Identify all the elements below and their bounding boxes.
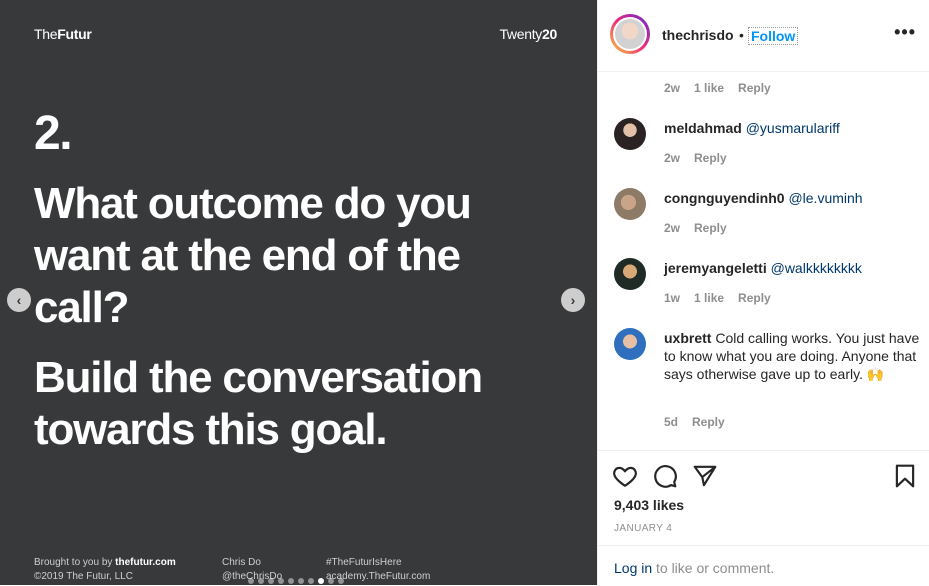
comment-username[interactable]: meldahmad [664, 120, 742, 136]
comment-time: 5d [664, 415, 679, 429]
chevron-left-icon[interactable]: ‹ [7, 288, 31, 312]
comment-meta: 2w Reply [664, 221, 741, 235]
slide-answer: Build the conversation towards this goal… [34, 353, 483, 454]
footer-credit: Brought to you by thefutur.com ©2019 The… [34, 557, 176, 582]
post-actions: 9,403 likes JANUARY 4 Log in to like or … [598, 450, 929, 586]
comment-text: meldahmad @yusmarulariff [664, 119, 920, 137]
login-prompt-text: to like or comment. [656, 560, 775, 576]
avatar[interactable] [614, 118, 646, 150]
comment-mention[interactable]: @yusmarulariff [746, 120, 840, 136]
carousel-dot [258, 578, 264, 584]
comment-likes[interactable]: 1 like [694, 81, 724, 95]
comment-meta: 5d Reply [664, 415, 739, 429]
carousel-dot [268, 578, 274, 584]
comment-time: 2w [664, 221, 681, 235]
comment-username[interactable]: uxbrett [664, 330, 711, 346]
bookmark-icon[interactable] [892, 463, 918, 489]
comment-likes[interactable]: 1 like [694, 291, 724, 305]
comment-meta: 1w 1 like Reply [664, 291, 785, 305]
avatar[interactable] [610, 14, 650, 54]
slide-number: 2. [34, 107, 73, 160]
follow-button[interactable]: Follow [748, 27, 799, 45]
avatar[interactable] [614, 258, 646, 290]
twenty20-logo: Twenty20 [499, 26, 557, 42]
carousel-dot [318, 578, 324, 584]
username-link[interactable]: thechrisdo [662, 27, 734, 43]
avatar[interactable] [614, 188, 646, 220]
comment-text: congnguyendinh0 @le.vuminh [664, 189, 920, 207]
comment-meta: 2w Reply [664, 151, 741, 165]
share-icon[interactable] [692, 463, 718, 489]
login-prompt: Log in to like or comment. [598, 545, 929, 586]
brand-logo: TheFutur [34, 26, 92, 42]
carousel-dot [288, 578, 294, 584]
post-sidebar: thechrisdo • Follow ••• 2w 1 like Reply me… [597, 0, 929, 585]
comment-username[interactable]: jeremyangeletti [664, 260, 767, 276]
comment-time: 1w [664, 291, 681, 305]
likes-count[interactable]: 9,403 likes [614, 497, 684, 513]
comment-icon[interactable] [652, 463, 678, 489]
comment-mention[interactable]: @walkkkkkkkk [771, 260, 862, 276]
post-header: thechrisdo • Follow ••• [598, 0, 929, 72]
carousel-dot [328, 578, 334, 584]
slide-question: What outcome do you want at the end of t… [34, 179, 472, 332]
reply-button[interactable]: Reply [694, 151, 727, 165]
reply-button[interactable]: Reply [738, 81, 771, 95]
reply-button[interactable]: Reply [694, 221, 727, 235]
comment-text: jeremyangeletti @walkkkkkkkk [664, 259, 920, 277]
comment-mention[interactable]: @le.vuminh [788, 190, 862, 206]
reply-button[interactable]: Reply [738, 291, 771, 305]
carousel-dot [248, 578, 254, 584]
post-date: JANUARY 4 [614, 523, 673, 534]
chevron-right-icon[interactable]: › [561, 288, 585, 312]
carousel-dot [338, 578, 344, 584]
carousel-indicator [248, 578, 344, 584]
carousel-dot [298, 578, 304, 584]
comment-meta: 2w 1 like Reply [664, 81, 785, 95]
heart-icon[interactable] [612, 463, 638, 489]
post-image: TheFutur Twenty20 2. What outcome do you… [0, 0, 597, 585]
comment-time: 2w [664, 151, 681, 165]
comment-text: uxbrett Cold calling works. You just hav… [664, 329, 920, 383]
carousel-dot [308, 578, 314, 584]
comment-time: 2w [664, 81, 681, 95]
avatar[interactable] [614, 328, 646, 360]
comment-username[interactable]: congnguyendinh0 [664, 190, 785, 206]
reply-button[interactable]: Reply [692, 415, 725, 429]
carousel-dot [278, 578, 284, 584]
login-link[interactable]: Log in [614, 560, 652, 576]
header-separator: • [739, 27, 744, 43]
more-horizontal-icon[interactable]: ••• [894, 22, 916, 43]
